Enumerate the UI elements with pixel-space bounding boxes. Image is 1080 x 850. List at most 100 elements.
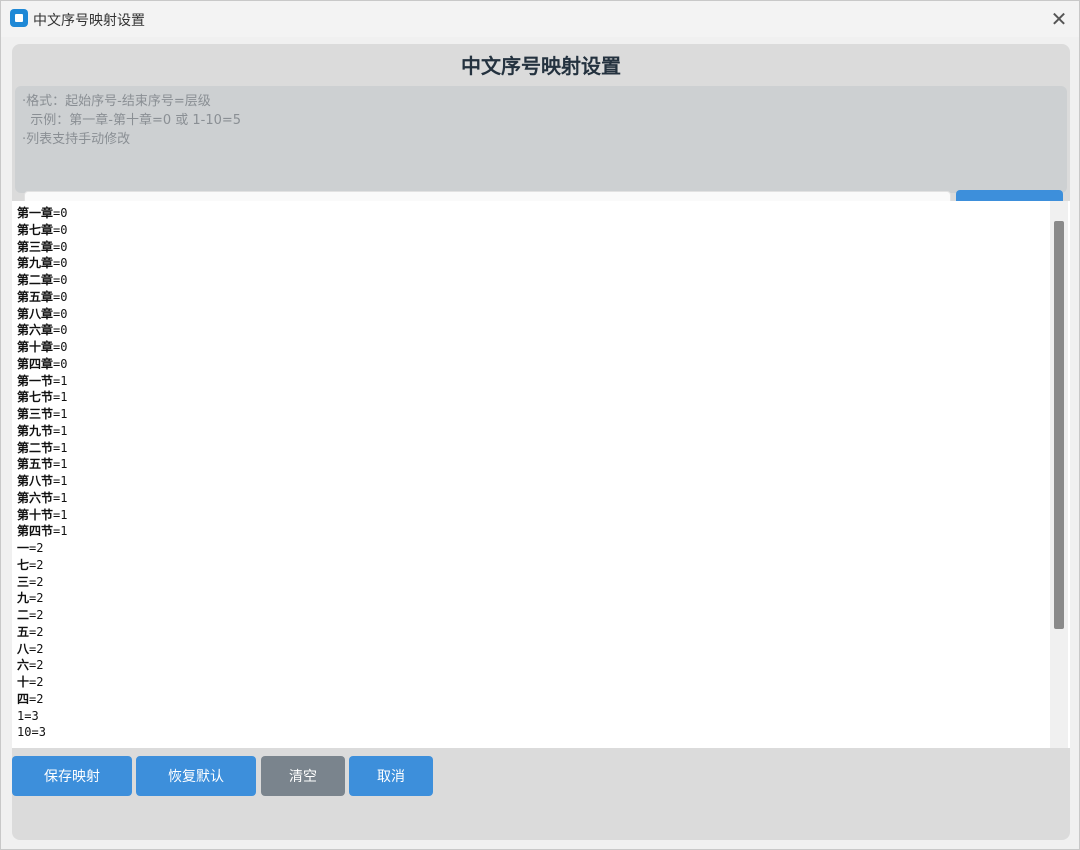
mapping-key: 第八节 xyxy=(17,474,54,488)
mapping-key: 第一节 xyxy=(17,373,54,388)
mapping-list-item[interactable]: 八=2 xyxy=(17,641,1047,658)
mapping-key: 第九章 xyxy=(17,256,54,271)
mapping-level: 1 xyxy=(60,524,68,539)
mapping-key: 第五章 xyxy=(17,289,54,304)
mapping-level: 0 xyxy=(60,222,68,237)
mapping-list-item[interactable]: 1=3 xyxy=(17,708,1047,725)
mapping-key: 第一章 xyxy=(17,206,54,220)
scrollbar-thumb[interactable] xyxy=(1054,221,1064,629)
mapping-list-item[interactable]: 第十章=0 xyxy=(17,339,1047,356)
mapping-key: 第五节 xyxy=(17,457,54,472)
mapping-list[interactable]: 第一章=0 第七章=0 第三章=0 第九章=0 第二章=0 第五章=0 第八章=0 第六章=0… xyxy=(17,205,1047,741)
mapping-key: 第六节 xyxy=(17,490,54,505)
mapping-level: 2 xyxy=(36,691,44,706)
cancel-button[interactable]: 取消 xyxy=(349,756,433,796)
mapping-key: 第三章 xyxy=(17,239,54,254)
mapping-key: 八 xyxy=(17,641,30,656)
title-bar: 中文序号映射设置 ✕ xyxy=(1,1,1079,37)
save-mapping-button[interactable]: 保存映射 xyxy=(12,756,132,796)
mapping-level: 1 xyxy=(60,423,68,438)
mapping-level: 2 xyxy=(36,541,44,555)
mapping-list-item[interactable]: 第七章=0 xyxy=(17,222,1047,239)
mapping-level: 1 xyxy=(60,440,68,455)
mapping-key: 第七章 xyxy=(17,222,54,237)
mapping-list-item[interactable]: 第一章=0 xyxy=(17,205,1047,222)
mapping-list-item[interactable]: 三=2 xyxy=(17,574,1047,591)
mapping-list-item[interactable]: 二=2 xyxy=(17,607,1047,624)
mapping-list-item[interactable]: 第三章=0 xyxy=(17,239,1047,256)
page-title: 中文序号映射设置 xyxy=(461,54,621,78)
mapping-list-item[interactable]: 10=3 xyxy=(17,724,1047,741)
mapping-level: 2 xyxy=(36,624,44,639)
help-example-line: 示例：第一章-第十章=0 或 1-10=5 xyxy=(22,113,242,128)
mapping-list-item[interactable]: 九=2 xyxy=(17,590,1047,607)
mapping-key: 一 xyxy=(17,541,30,555)
mapping-separator: = xyxy=(31,725,39,740)
mapping-list-item[interactable]: 第四章=0 xyxy=(17,356,1047,373)
mapping-key: 第七节 xyxy=(17,390,54,405)
mapping-key: 九 xyxy=(17,591,30,606)
mapping-level: 0 xyxy=(60,323,68,338)
mapping-level: 2 xyxy=(36,591,44,606)
mapping-list-item[interactable]: 第六章=0 xyxy=(17,322,1047,339)
mapping-level: 1 xyxy=(60,390,68,405)
mapping-key: 第二章 xyxy=(17,273,54,287)
help-format-line: ·格式：起始序号-结束序号=层级 xyxy=(22,94,211,109)
mapping-level: 0 xyxy=(60,289,68,304)
mapping-key: 第十节 xyxy=(17,507,54,522)
clear-button[interactable]: 清空 xyxy=(261,756,345,796)
mapping-list-item[interactable]: 第十节=1 xyxy=(17,507,1047,524)
mapping-settings-window: 中文序号映射设置 ✕ 中文序号映射设置 ·格式：起始序号-结束序号=层级 示例：… xyxy=(0,0,1080,850)
mapping-key: 七 xyxy=(17,557,30,572)
mapping-level: 3 xyxy=(31,708,39,723)
mapping-level: 1 xyxy=(60,474,68,488)
mapping-key: 第八章 xyxy=(17,306,54,321)
mapping-key: 二 xyxy=(17,608,30,622)
restore-default-button[interactable]: 恢复默认 xyxy=(136,756,256,796)
mapping-list-item[interactable]: 四=2 xyxy=(17,691,1047,708)
mapping-key: 第九节 xyxy=(17,423,54,438)
mapping-list-item[interactable]: 十=2 xyxy=(17,674,1047,691)
help-edit-line: ·列表支持手动修改 xyxy=(22,132,131,147)
mapping-list-item[interactable]: 七=2 xyxy=(17,557,1047,574)
mapping-list-item[interactable]: 第八章=0 xyxy=(17,306,1047,323)
mapping-list-item[interactable]: 第五节=1 xyxy=(17,456,1047,473)
mapping-key: 五 xyxy=(17,624,30,639)
close-icon[interactable]: ✕ xyxy=(1041,5,1077,33)
mapping-key: 四 xyxy=(17,691,30,706)
mapping-list-item[interactable]: 第七节=1 xyxy=(17,389,1047,406)
mapping-key: 第四节 xyxy=(17,524,54,539)
mapping-level: 0 xyxy=(60,340,68,354)
mapping-list-item[interactable]: 第六节=1 xyxy=(17,490,1047,507)
mapping-list-item[interactable]: 第四节=1 xyxy=(17,523,1047,540)
window-title: 中文序号映射设置 xyxy=(33,13,145,29)
mapping-list-item[interactable]: 一=2 xyxy=(17,540,1047,557)
mapping-level: 1 xyxy=(60,507,68,522)
mapping-key: 第十章 xyxy=(17,340,54,354)
mapping-level: 0 xyxy=(60,239,68,254)
mapping-key: 六 xyxy=(17,658,30,673)
scrollbar-track[interactable] xyxy=(1050,201,1068,748)
mapping-list-item[interactable]: 六=2 xyxy=(17,657,1047,674)
mapping-level: 1 xyxy=(60,373,68,388)
mapping-list-box[interactable]: 第一章=0 第七章=0 第三章=0 第九章=0 第二章=0 第五章=0 第八章=0 第六章=0… xyxy=(12,201,1070,748)
mapping-list-item[interactable]: 第二节=1 xyxy=(17,440,1047,457)
mapping-list-item[interactable]: 第八节=1 xyxy=(17,473,1047,490)
mapping-list-item[interactable]: 第九节=1 xyxy=(17,423,1047,440)
mapping-key: 第六章 xyxy=(17,323,54,338)
mapping-list-item[interactable]: 第二章=0 xyxy=(17,272,1047,289)
mapping-list-item[interactable]: 第九章=0 xyxy=(17,255,1047,272)
mapping-list-item[interactable]: 第一节=1 xyxy=(17,373,1047,390)
mapping-level: 0 xyxy=(60,273,68,287)
mapping-level: 2 xyxy=(36,574,44,589)
mapping-list-item[interactable]: 五=2 xyxy=(17,624,1047,641)
mapping-list-item[interactable]: 第三节=1 xyxy=(17,406,1047,423)
mapping-level: 0 xyxy=(60,306,68,321)
mapping-level: 0 xyxy=(60,356,68,371)
mapping-level: 2 xyxy=(36,658,44,673)
mapping-level: 2 xyxy=(36,675,44,689)
mapping-level: 0 xyxy=(60,256,68,271)
mapping-key: 第二节 xyxy=(17,440,54,455)
mapping-level: 2 xyxy=(36,557,44,572)
mapping-list-item[interactable]: 第五章=0 xyxy=(17,289,1047,306)
